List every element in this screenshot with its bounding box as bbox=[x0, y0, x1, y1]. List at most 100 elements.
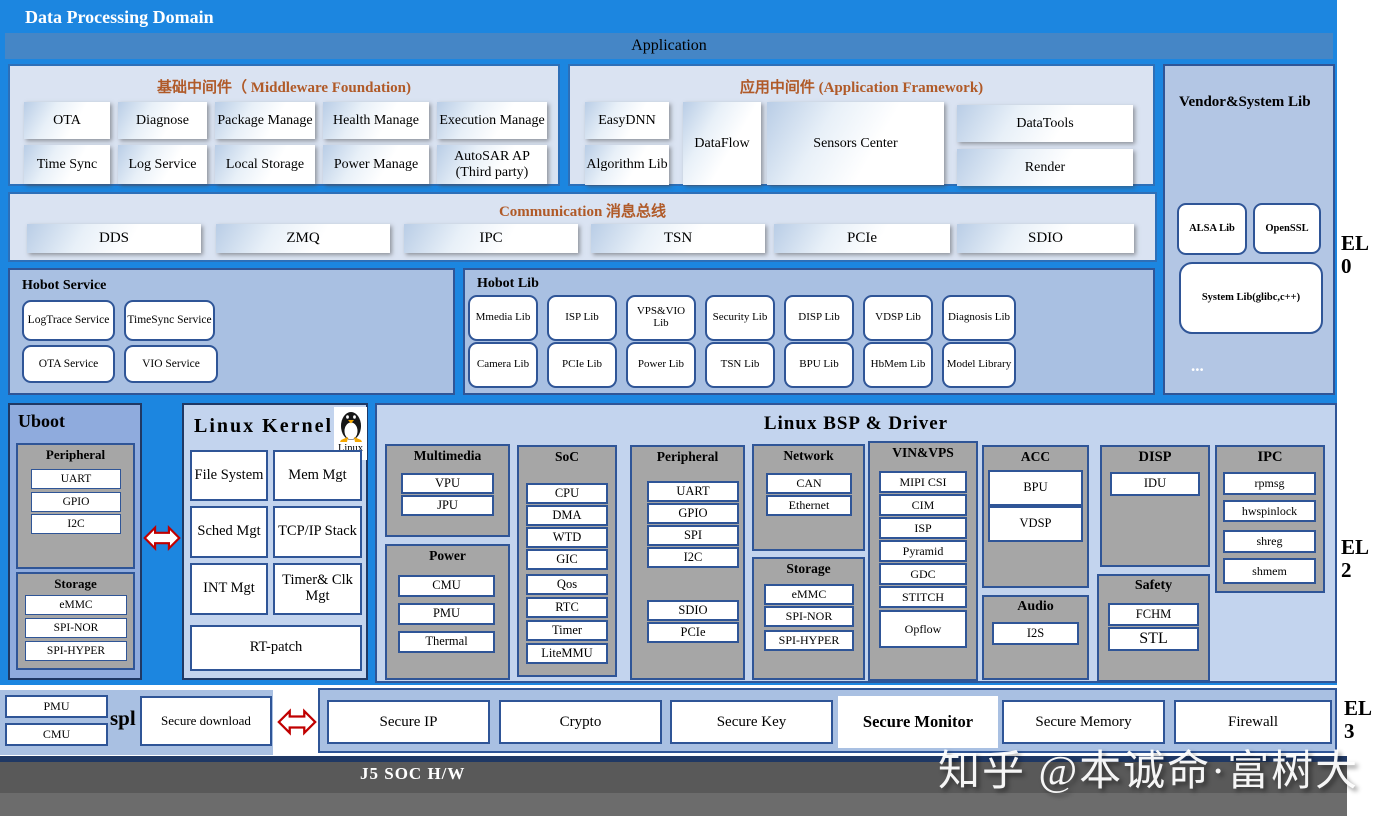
bsp-box-jpu: JPU bbox=[401, 495, 494, 516]
hobot-lib-box: ISP Lib bbox=[547, 295, 617, 341]
uboot-storage-group: Storage eMMC SPI-NOR SPI-HYPER bbox=[16, 572, 135, 670]
uboot-box-uart: UART bbox=[31, 469, 121, 489]
bsp-network-group: Network CAN Ethernet bbox=[752, 444, 865, 551]
uboot-title: Uboot bbox=[18, 411, 66, 431]
box-sensors-center: Sensors Center bbox=[767, 102, 944, 185]
box-vio-service: VIO Service bbox=[124, 345, 218, 383]
bsp-safety-group: Safety FCHM STL bbox=[1097, 574, 1210, 682]
bsp-audio-group: Audio I2S bbox=[982, 595, 1089, 680]
box-secure-download: Secure download bbox=[140, 696, 272, 746]
bsp-box-spi: SPI bbox=[647, 525, 739, 546]
vendor-more-label: ... bbox=[1191, 356, 1204, 375]
box-execution-manage: Execution Manage bbox=[437, 102, 547, 139]
uboot-peripheral-title: Peripheral bbox=[45, 447, 106, 462]
el0-line2: 0 bbox=[1341, 254, 1352, 278]
application-bar: Application bbox=[5, 33, 1333, 59]
bus-pcie: PCIe bbox=[774, 224, 950, 253]
el3-line1: EL bbox=[1344, 696, 1373, 720]
uboot-box-gpio: GPIO bbox=[31, 492, 121, 512]
box-secure-ip: Secure IP bbox=[327, 700, 490, 744]
kernel-box-mem-mgt: Mem Mgt bbox=[273, 450, 362, 501]
hobot-lib-box: DISP Lib bbox=[784, 295, 854, 341]
bsp-box-fchm: FCHM bbox=[1108, 603, 1199, 626]
hobot-lib-box: Diagnosis Lib bbox=[942, 295, 1016, 341]
linux-kernel-title: Linux Kernel bbox=[194, 415, 334, 437]
hobot-lib-box: VDSP Lib bbox=[863, 295, 933, 341]
bsp-box-shreg: shreg bbox=[1223, 530, 1316, 553]
bsp-box-spi-hyper: SPI-HYPER bbox=[764, 630, 854, 651]
bsp-multimedia-title: Multimedia bbox=[413, 448, 482, 463]
kernel-box-sched-mgt: Sched Mgt bbox=[190, 506, 268, 558]
bsp-box-idu: IDU bbox=[1110, 472, 1200, 496]
el2-line2: 2 bbox=[1341, 558, 1352, 582]
hobot-lib-panel: Hobot Lib Mmedia Lib ISP Lib VPS&VIO Lib… bbox=[463, 268, 1155, 395]
bsp-vinvps-title: VIN&VPS bbox=[892, 445, 954, 460]
bsp-box-gdc: GDC bbox=[879, 563, 967, 585]
bsp-box-mipi-csi: MIPI CSI bbox=[879, 471, 967, 493]
middleware-foundation-title: 基础中间件（ Middleware Foundation) bbox=[157, 80, 411, 96]
kernel-box-file-system: File System bbox=[190, 450, 268, 501]
hobot-lib-box: Model Library bbox=[942, 342, 1016, 388]
bsp-disp-group: DISP IDU bbox=[1100, 445, 1210, 567]
bsp-disp-title: DISP bbox=[1138, 449, 1172, 465]
bsp-box-thermal: Thermal bbox=[398, 631, 495, 653]
hobot-lib-row2: Camera Lib PCIe Lib Power Lib TSN Lib BP… bbox=[468, 342, 1016, 388]
hobot-lib-box: PCIe Lib bbox=[547, 342, 617, 388]
bsp-peripheral-title: Peripheral bbox=[656, 449, 719, 464]
linux-penguin-icon bbox=[339, 412, 362, 442]
hobot-lib-box: Camera Lib bbox=[468, 342, 538, 388]
bsp-safety-title: Safety bbox=[1134, 578, 1173, 593]
hobot-lib-row1: Mmedia Lib ISP Lib VPS&VIO Lib Security … bbox=[468, 295, 1016, 341]
bus-tsn: TSN bbox=[591, 224, 765, 253]
bsp-vinvps-group: VIN&VPS MIPI CSI CIM ISP Pyramid GDC STI… bbox=[868, 441, 978, 681]
box-easydnn: EasyDNN bbox=[585, 102, 669, 139]
bsp-box-rtc: RTC bbox=[526, 597, 608, 618]
vendor-system-lib-title: Vendor&System Lib bbox=[1179, 94, 1311, 110]
box-ota-service: OTA Service bbox=[22, 345, 115, 383]
bsp-box-pmu: PMU bbox=[398, 603, 495, 625]
box-crypto: Crypto bbox=[499, 700, 662, 744]
bsp-box-i2c: I2C bbox=[647, 547, 739, 568]
box-openssl: OpenSSL bbox=[1253, 203, 1321, 254]
hw-label: J5 SOC H/W bbox=[360, 764, 466, 783]
uboot-box-spi-nor: SPI-NOR bbox=[25, 618, 127, 638]
spl-box-cmu: CMU bbox=[5, 723, 108, 746]
hobot-lib-box: HbMem Lib bbox=[863, 342, 933, 388]
bsp-box-can: CAN bbox=[766, 473, 852, 494]
kernel-box-tcpip-stack: TCP/IP Stack bbox=[273, 506, 362, 558]
spl-box-pmu: PMU bbox=[5, 695, 108, 718]
bsp-box-gic: GIC bbox=[526, 549, 608, 570]
bsp-box-timer: Timer bbox=[526, 620, 608, 641]
bsp-box-bpu: BPU bbox=[988, 470, 1083, 506]
box-system-lib: System Lib(glibc,c++) bbox=[1179, 262, 1323, 334]
box-package-manage: Package Manage bbox=[215, 102, 315, 139]
box-time-sync: Time Sync bbox=[24, 145, 110, 184]
bsp-box-opflow: Opflow bbox=[879, 610, 967, 648]
box-render: Render bbox=[957, 149, 1133, 186]
linux-kernel-panel: Linux Kernel Linux File System Mem Mgt S… bbox=[182, 403, 368, 680]
bsp-box-rpmsg: rpmsg bbox=[1223, 472, 1316, 495]
uboot-panel: Uboot Peripheral UART GPIO I2C Storage e… bbox=[8, 403, 142, 680]
box-health-manage: Health Manage bbox=[323, 102, 429, 139]
kernel-box-int-mgt: INT Mgt bbox=[190, 563, 268, 615]
bsp-power-group: Power CMU PMU Thermal bbox=[385, 544, 510, 680]
uboot-peripheral-group: Peripheral UART GPIO I2C bbox=[16, 443, 135, 569]
bsp-box-i2s: I2S bbox=[992, 622, 1079, 645]
box-ota: OTA bbox=[24, 102, 110, 139]
bsp-storage-group: Storage eMMC SPI-NOR SPI-HYPER bbox=[752, 557, 865, 680]
uboot-box-i2c: I2C bbox=[31, 514, 121, 534]
watermark-text: 知乎 @本诚命·富树大 bbox=[938, 749, 1360, 795]
bsp-box-cim: CIM bbox=[879, 494, 967, 516]
bsp-box-qos: Qos bbox=[526, 574, 608, 595]
box-autosar-ap: AutoSAR AP (Third party) bbox=[437, 145, 547, 184]
box-dataflow: DataFlow bbox=[683, 102, 761, 185]
linux-bsp-panel: Linux BSP & Driver Multimedia VPU JPU Po… bbox=[375, 403, 1337, 683]
bsp-box-litemmu: LiteMMU bbox=[526, 643, 608, 664]
bsp-peripheral-group: Peripheral UART GPIO SPI I2C SDIO PCIe bbox=[630, 445, 745, 680]
bsp-box-isp: ISP bbox=[879, 517, 967, 539]
bsp-power-title: Power bbox=[429, 548, 466, 563]
bsp-box-dma: DMA bbox=[526, 505, 608, 526]
bsp-box-pcie: PCIe bbox=[647, 622, 739, 643]
hobot-service-title: Hobot Service bbox=[22, 278, 107, 293]
bsp-box-pyramid: Pyramid bbox=[879, 540, 967, 562]
